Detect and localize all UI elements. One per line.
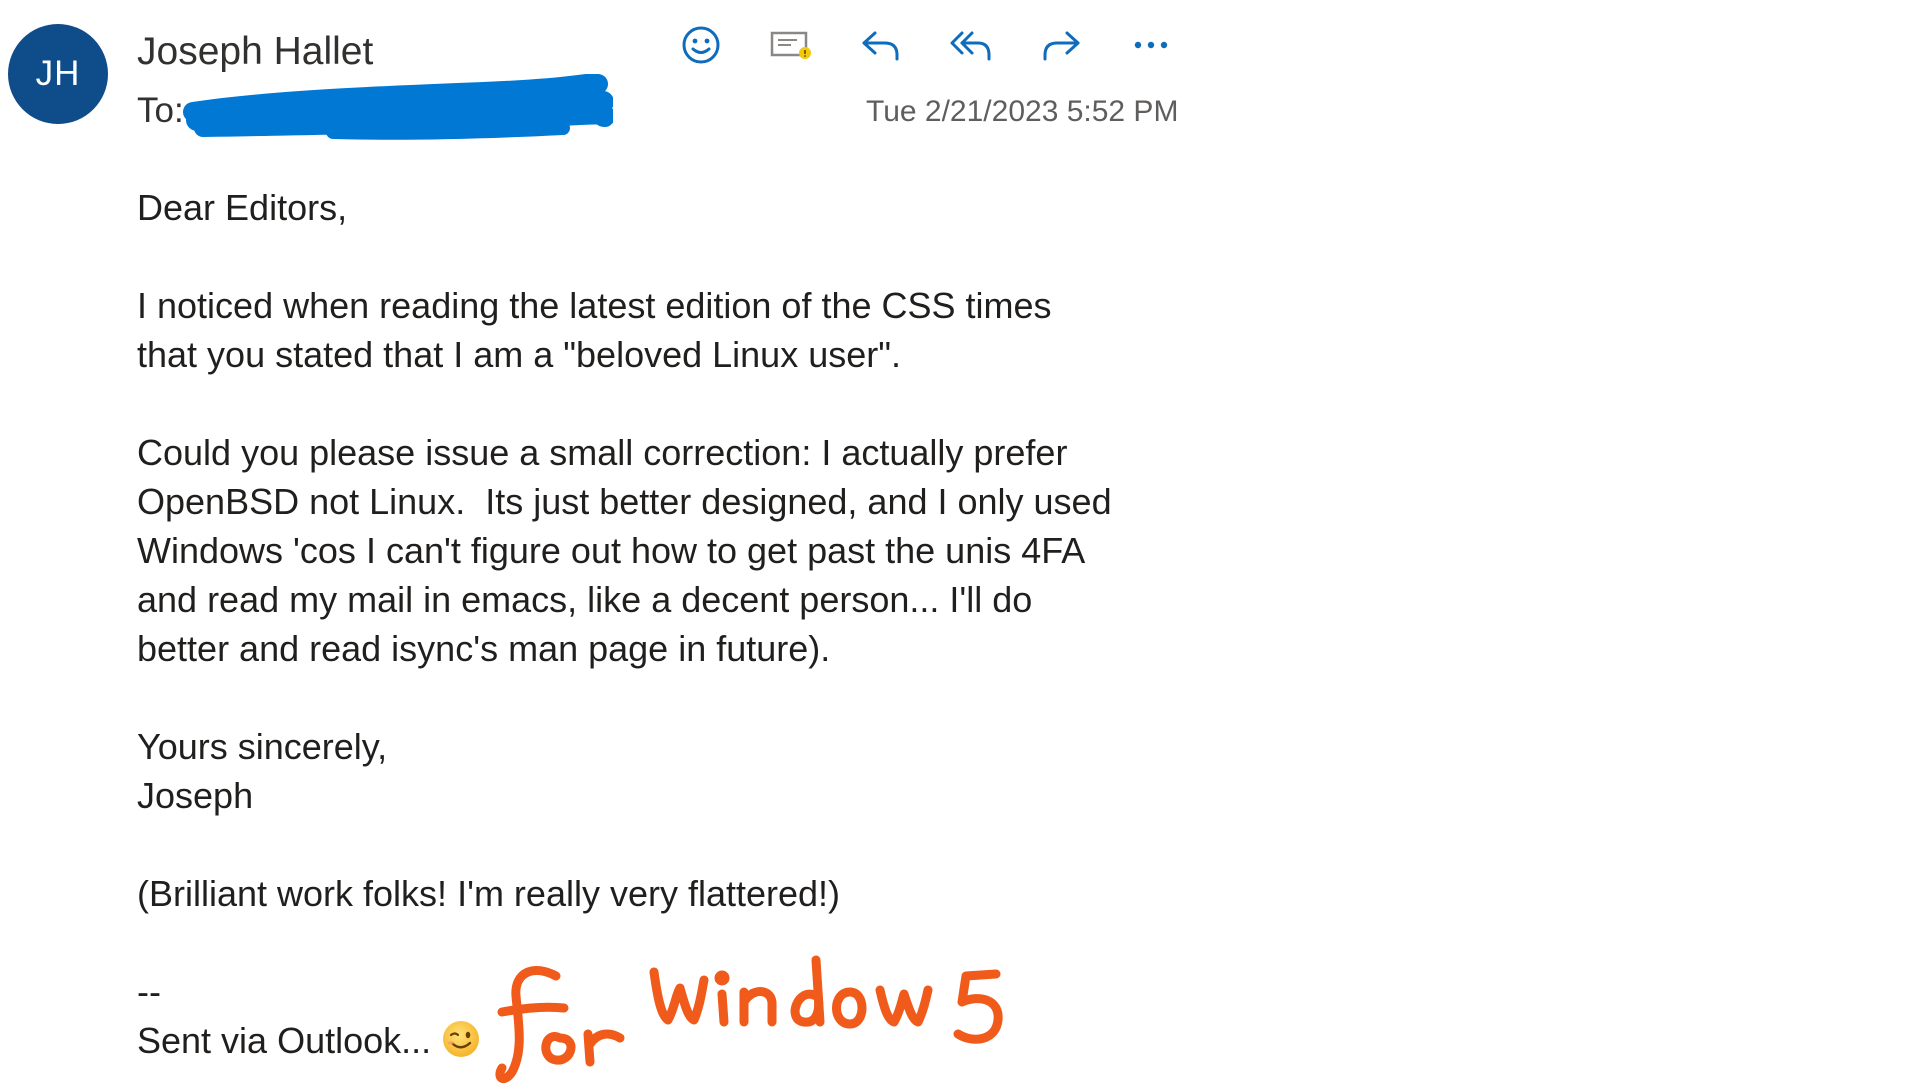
body-line: better and read isync's man page in futu…	[137, 628, 831, 669]
reply-all-button[interactable]	[946, 20, 996, 70]
envelope-icon	[770, 31, 811, 59]
forward-button[interactable]	[1036, 20, 1086, 70]
forward-icon	[1043, 31, 1080, 61]
body-line: OpenBSD not Linux. Its just better desig…	[137, 481, 1112, 522]
body-line: I noticed when reading the latest editio…	[137, 285, 1052, 326]
avatar-initials: JH	[35, 54, 81, 93]
reply-button[interactable]	[856, 20, 906, 70]
greeting-line: Dear Editors,	[137, 187, 348, 228]
body-line: Windows 'cos I can't figure out how to g…	[137, 530, 1086, 571]
body-line: Could you please issue a small correctio…	[137, 432, 1068, 473]
to-label: To:	[137, 91, 184, 130]
winking-face-icon	[441, 1019, 481, 1071]
greeting: Dear Editors,	[137, 183, 1157, 232]
more-actions-button[interactable]	[1126, 20, 1176, 70]
sender-avatar[interactable]: JH	[8, 24, 108, 124]
signature-text: Sent via Outlook...	[137, 1020, 432, 1061]
more-icon	[1134, 41, 1168, 49]
recipient-row: To:	[137, 91, 184, 131]
react-button[interactable]	[676, 20, 726, 70]
reply-icon	[862, 31, 899, 61]
paragraph-2: Could you please issue a small correctio…	[137, 428, 1157, 673]
body-line: that you stated that I am a "beloved Lin…	[137, 334, 902, 375]
body-line: and read my mail in emacs, like a decent…	[137, 579, 1033, 620]
postscript-line: (Brilliant work folks! I'm really very f…	[137, 873, 841, 914]
sender-name[interactable]: Joseph Hallet	[137, 30, 373, 74]
reply-all-icon	[950, 31, 991, 61]
postscript: (Brilliant work folks! I'm really very f…	[137, 869, 1157, 918]
read-receipt-button[interactable]	[766, 20, 816, 70]
signoff-name: Joseph	[137, 775, 254, 816]
smiley-icon	[682, 26, 720, 64]
paragraph-1: I noticed when reading the latest editio…	[137, 281, 1157, 379]
handwritten-annotation-for-windows	[495, 955, 1003, 1084]
recipient-redaction-scribble	[183, 74, 613, 140]
signoff: Yours sincerely, Joseph	[137, 722, 1157, 820]
message-body: Dear Editors, I noticed when reading the…	[137, 183, 1157, 1071]
sent-timestamp: Tue 2/21/2023 5:52 PM	[866, 95, 1179, 128]
signoff-line: Yours sincerely,	[137, 726, 388, 767]
